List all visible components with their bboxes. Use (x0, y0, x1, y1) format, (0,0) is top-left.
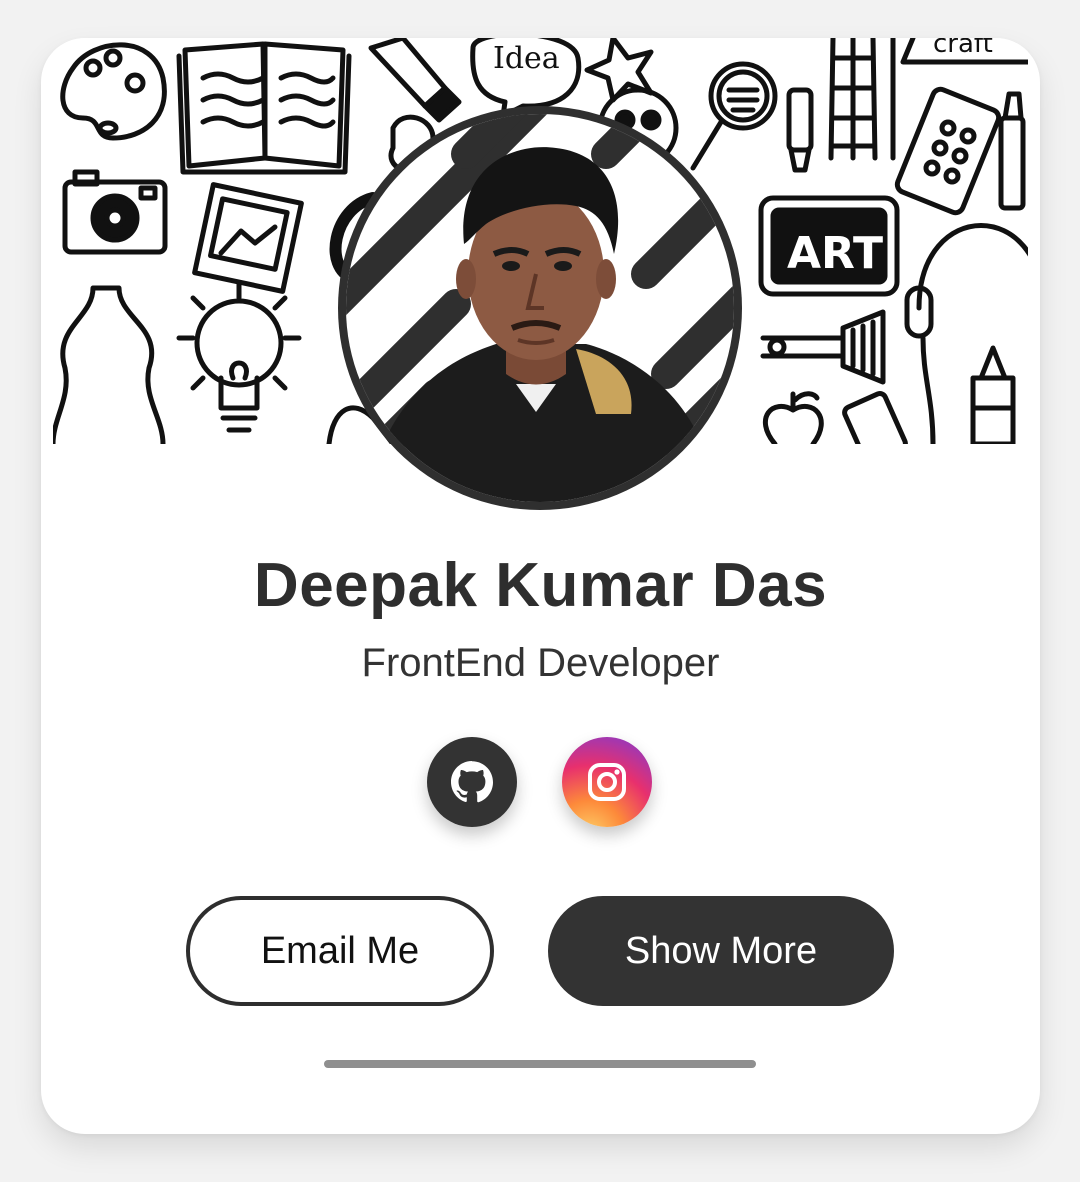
paint-brush-doodle (760, 309, 886, 385)
lightbulb-doodle (176, 281, 302, 433)
profile-name: Deepak Kumar Das (253, 551, 828, 620)
palette-doodle (60, 42, 167, 141)
vase-doodle (53, 285, 166, 444)
art-sign-doodle: ART (758, 195, 900, 297)
glue-bottle-doodle (970, 345, 1016, 444)
phone-doodle (842, 391, 908, 444)
lipstick-doodle (998, 91, 1026, 211)
svg-text:craft: craft (933, 38, 993, 59)
photo-frame-doodle (192, 182, 304, 294)
craft-sign-doodle: craft (900, 38, 1028, 65)
instagram-icon (588, 763, 626, 801)
svg-text:ART: ART (787, 228, 883, 279)
divider-bar (324, 1060, 756, 1068)
github-icon (451, 761, 493, 803)
avatar-photo (346, 114, 734, 502)
book-doodle (176, 41, 352, 175)
github-link[interactable] (427, 737, 517, 827)
apple-doodle (762, 391, 824, 444)
show-more-button[interactable]: Show More (548, 896, 894, 1006)
paint-tube-doodle (368, 38, 462, 123)
headphones-doodle (904, 223, 1028, 444)
email-me-button[interactable]: Email Me (186, 896, 494, 1006)
profile-role: FrontEnd Developer (361, 641, 720, 685)
idea-bubble-doodle: Idea (470, 38, 582, 119)
marker-doodle (786, 87, 814, 173)
profile-card: Idea craft ART Deepak Kumar Das FrontEnd… (41, 38, 1040, 1134)
pill-pack-doodle (894, 86, 1002, 216)
svg-text:Idea: Idea (493, 41, 560, 76)
avatar (338, 106, 742, 510)
camera-doodle (62, 169, 168, 255)
instagram-link[interactable] (562, 737, 652, 827)
ladder-doodle (828, 38, 896, 161)
